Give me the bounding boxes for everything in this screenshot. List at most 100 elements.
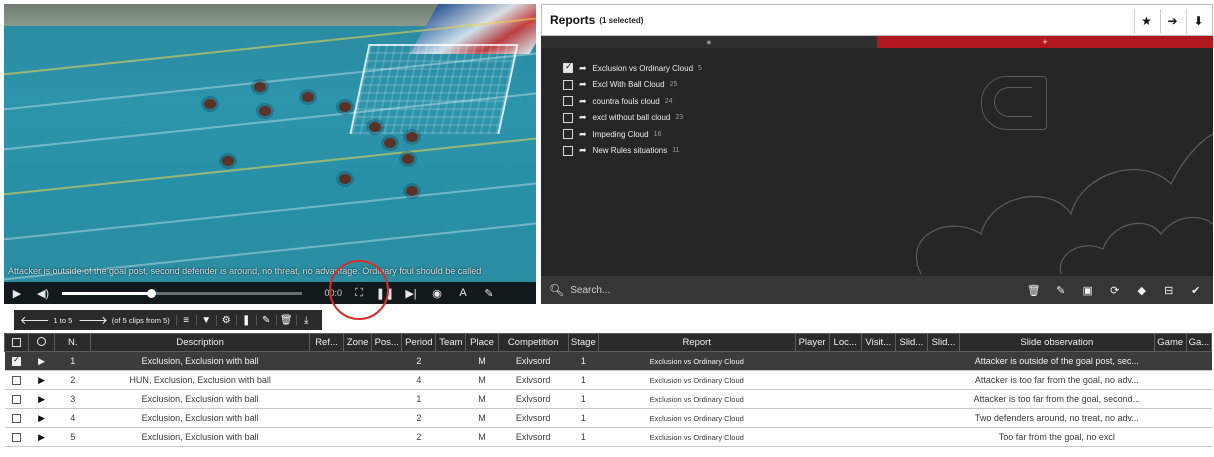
column-header-game[interactable]: Game (1153, 333, 1187, 352)
filter-icon[interactable]: ▼ (195, 314, 216, 326)
row-checkbox[interactable] (12, 395, 22, 405)
column-header-team[interactable]: Team (435, 333, 467, 352)
play-icon[interactable]: ▶ (4, 287, 30, 300)
gear-icon[interactable]: ⚙ (215, 314, 236, 326)
report-checkbox[interactable] (563, 112, 573, 123)
row-checkbox-cell[interactable] (4, 370, 29, 390)
eye-icon[interactable]: ◉ (424, 287, 450, 300)
arrow-right-icon[interactable]: 🡒 (78, 313, 108, 327)
seek-handle[interactable] (146, 288, 156, 298)
row-checkbox[interactable] (12, 376, 22, 386)
share-icon[interactable]: ➦ (579, 96, 587, 107)
row-checkbox-cell[interactable] (4, 427, 29, 447)
table-row[interactable]: ▶ 2 HUN, Exclusion, Exclusion with ball … (4, 370, 1212, 390)
column-header-ref[interactable]: Ref... (308, 333, 345, 352)
report-checkbox[interactable] (563, 61, 573, 74)
table-row[interactable]: ▶ 3 Exclusion, Exclusion with ball 1 M E… (4, 389, 1212, 409)
row-play-cell[interactable]: ▶ (28, 427, 55, 447)
row-checkbox-cell[interactable] (4, 389, 29, 409)
report-item[interactable]: ➦ excl without ball cloud 23 (563, 110, 702, 127)
play-icon[interactable]: ▶ (38, 413, 45, 423)
arrow-left-icon[interactable]: 🡐 (20, 313, 50, 327)
column-header-description[interactable]: Description (90, 333, 310, 352)
text-icon[interactable]: A (450, 287, 476, 299)
play-icon[interactable]: ▶ (38, 356, 45, 366)
bookmark-icon[interactable]: ❚ (235, 314, 256, 326)
column-header-pos[interactable]: Pos... (371, 333, 403, 352)
column-header-competition[interactable]: Competition (497, 333, 569, 352)
report-item[interactable]: ➦ New Rules situations 11 (563, 143, 702, 160)
column-header-loc[interactable]: Loc... (828, 333, 862, 352)
row-play-cell[interactable]: ▶ (28, 408, 55, 428)
share-icon[interactable]: ➦ (579, 145, 587, 156)
share-icon[interactable]: ➦ (579, 79, 587, 90)
check-icon[interactable]: ✔ (1182, 284, 1209, 297)
image-icon[interactable]: ▣ (1074, 284, 1101, 297)
row-checkbox[interactable] (12, 433, 22, 443)
report-checkbox[interactable] (563, 129, 573, 140)
pencil-icon[interactable]: ✎ (255, 314, 276, 326)
trash-icon[interactable]: 🗑︎ (275, 314, 296, 326)
report-checkbox[interactable] (563, 145, 573, 156)
row-checkbox-cell[interactable] (4, 351, 29, 371)
download-icon[interactable]: ⤓ (295, 314, 316, 326)
pencil-icon[interactable]: ✎ (1047, 284, 1074, 297)
report-search-input[interactable] (570, 284, 951, 296)
column-header-period[interactable]: Period (401, 333, 437, 352)
swimmer (259, 106, 271, 116)
play-icon[interactable]: ▶ (38, 375, 45, 385)
column-header-player[interactable]: Player (794, 333, 830, 352)
refresh-icon[interactable]: ⟳ (1101, 284, 1128, 297)
column-header-zone[interactable]: Zone (343, 333, 373, 352)
table-row[interactable]: ▶ 5 Exclusion, Exclusion with ball 2 M E… (4, 427, 1212, 447)
list-icon[interactable]: ≡ (175, 314, 196, 326)
minus-icon[interactable]: ⊟ (1155, 284, 1182, 297)
report-checkbox[interactable] (563, 79, 573, 90)
column-header-play[interactable] (28, 333, 56, 352)
tag-icon[interactable]: ◆ (1128, 284, 1155, 297)
tab-add-report[interactable]: + (877, 36, 1213, 48)
video-player[interactable]: Attacker is outside of the goal post, se… (4, 4, 536, 304)
pencil-icon[interactable]: ✎ (476, 287, 502, 300)
row-play-cell[interactable]: ▶ (28, 351, 55, 371)
column-header-stage[interactable]: Stage (567, 333, 599, 352)
row-play-cell[interactable]: ▶ (28, 370, 55, 390)
arrow-right-icon[interactable]: ➔ (1160, 9, 1184, 33)
trash-icon[interactable]: 🗑︎ (1020, 284, 1047, 297)
table-row[interactable]: ▶ 1 Exclusion, Exclusion with ball 2 M E… (4, 351, 1212, 371)
column-header-slide-2[interactable]: Slid... (926, 333, 961, 352)
column-header-slide-1[interactable]: Slid... (894, 333, 928, 352)
share-icon[interactable]: ➦ (579, 63, 587, 74)
select-all-checkbox[interactable] (12, 337, 22, 347)
next-icon[interactable]: ▶| (398, 287, 424, 300)
seek-bar[interactable] (62, 288, 302, 298)
column-header-number[interactable]: N. (54, 333, 92, 352)
play-icon[interactable]: ▶ (38, 394, 45, 404)
column-header-visit[interactable]: Visit... (860, 333, 896, 352)
play-icon[interactable]: ▶ (38, 432, 45, 442)
report-item[interactable]: ➦ countra fouls cloud 24 (563, 93, 702, 110)
row-checkbox[interactable] (12, 355, 22, 367)
volume-icon[interactable]: ◀) (30, 287, 56, 300)
column-header-slide-observation[interactable]: Slide observation (959, 333, 1155, 352)
report-checkbox[interactable] (563, 96, 573, 107)
column-header-place[interactable]: Place (465, 333, 499, 352)
cell-loc (829, 351, 862, 371)
row-checkbox-cell[interactable] (4, 408, 29, 428)
row-play-cell[interactable]: ▶ (28, 389, 55, 409)
share-icon[interactable]: ➦ (579, 112, 587, 123)
select-all-header[interactable] (3, 333, 30, 352)
arrow-down-icon[interactable]: ⬇ (1186, 9, 1210, 33)
report-item[interactable]: ➦ Excl With Ball Cloud 25 (563, 77, 702, 94)
column-header-ga[interactable]: Ga... (1185, 333, 1213, 352)
swimmer (339, 174, 351, 184)
share-icon[interactable]: ➦ (579, 129, 587, 140)
report-item[interactable]: ➦ Impeding Cloud 16 (563, 126, 702, 143)
table-row[interactable]: ▶ 4 Exclusion, Exclusion with ball 2 M E… (4, 408, 1212, 428)
report-item[interactable]: ➦ Exclusion vs Ordinary Cloud 5 (563, 60, 702, 77)
row-checkbox[interactable] (12, 414, 22, 424)
video-frame[interactable]: Attacker is outside of the goal post, se… (4, 4, 536, 285)
column-header-report[interactable]: Report (597, 333, 796, 352)
tab-reports-list[interactable]: ● (541, 36, 877, 48)
star-icon[interactable]: ★ (1134, 9, 1158, 33)
